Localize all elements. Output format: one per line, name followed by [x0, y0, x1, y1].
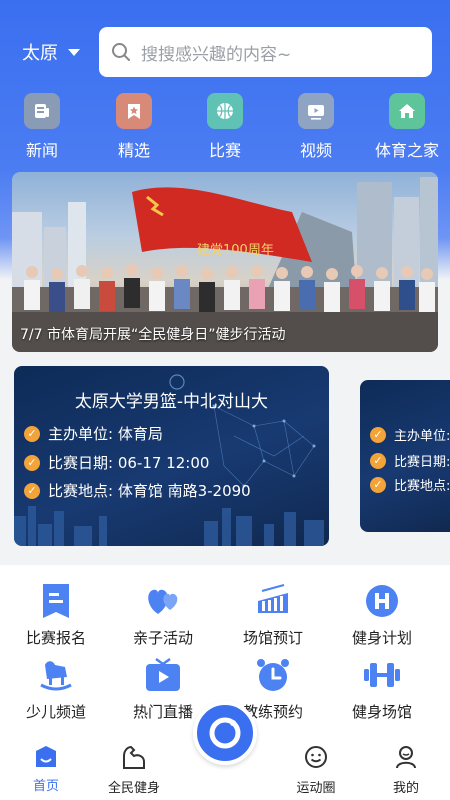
quick-nav-featured[interactable]: 精选 [89, 93, 179, 161]
tv-live-icon [143, 655, 183, 695]
plan-h-icon [362, 581, 402, 621]
smile-chat-icon [302, 743, 330, 771]
center-ring-icon [209, 717, 241, 749]
match-organizer: ✓ 主办单位: [370, 425, 450, 444]
home-tab-icon [32, 743, 60, 771]
dumbbell-icon [362, 655, 402, 695]
match-date: ✓ 比赛日期: 06-17 12:00 [24, 452, 209, 473]
quick-nav-news[interactable]: 新闻 [0, 93, 87, 161]
match-date-text: 比赛日期: [394, 455, 450, 470]
video-icon [298, 93, 334, 129]
caret-down-icon [68, 48, 80, 56]
city-label: 太原 [22, 43, 58, 64]
service-label: 场馆预订 [242, 629, 303, 647]
check-circle-icon: ✓ [370, 426, 386, 443]
match-card-next[interactable]: ✓ 主办单位: ✓ 比赛日期: ✓ 比赛地点: [360, 380, 450, 532]
search-icon [112, 43, 130, 61]
tab-fitness[interactable]: 全民健身 [104, 743, 164, 796]
tab-sports-circle[interactable]: 运动圈 [292, 743, 340, 796]
profile-icon [392, 743, 420, 771]
service-kids-channel[interactable]: 少儿频道 [0, 655, 112, 722]
match-organizer-text: 主办单位: 体育局 [48, 425, 163, 443]
check-circle-icon: ✓ [24, 454, 40, 471]
quick-nav-video[interactable]: 视频 [271, 93, 361, 161]
service-fitness-plan[interactable]: 健身计划 [326, 581, 438, 648]
tab-home[interactable]: 首页 [26, 743, 66, 794]
match-venue: ✓ 比赛地点: [370, 475, 450, 494]
match-organizer: ✓ 主办单位: 体育局 [24, 423, 163, 444]
match-organizer-text: 主办单位: [394, 429, 450, 444]
header: 太原 搜搜感兴趣的内容~ [0, 27, 450, 77]
service-venue-booking[interactable]: 场馆预订 [217, 581, 329, 648]
match-venue: ✓ 比赛地点: 体育馆 南路3-2090 [24, 480, 251, 501]
service-label: 健身计划 [351, 629, 412, 647]
alarm-clock-icon [253, 655, 293, 695]
service-match-signup[interactable]: 比赛报名 [0, 581, 112, 648]
tab-label: 全民健身 [107, 781, 160, 796]
match-date: ✓ 比赛日期: [370, 451, 450, 470]
match-card[interactable]: 太原大学男篮-中北对山大 ✓ 主办单位: 体育局 ✓ 比赛日期: 06-17 1… [14, 366, 329, 546]
quick-nav-label: 比赛 [208, 141, 241, 160]
arm-muscle-icon [120, 743, 148, 771]
match-date-text: 比赛日期: 06-17 12:00 [48, 454, 210, 472]
service-label: 健身场馆 [351, 703, 412, 721]
city-selector[interactable]: 太原 [22, 39, 80, 65]
flag-text: 建党100周年 [197, 243, 274, 258]
search-bar[interactable]: 搜搜感兴趣的内容~ [99, 27, 432, 77]
service-family-activity[interactable]: 亲子活动 [107, 581, 219, 648]
tab-label: 我的 [392, 781, 419, 796]
match-title: 太原大学男篮-中北对山大 [74, 392, 269, 412]
quick-nav-label: 精选 [117, 141, 150, 160]
service-fitness-venue[interactable]: 健身场馆 [326, 655, 438, 722]
service-label: 少儿频道 [25, 703, 86, 721]
stadium-icon [253, 581, 293, 621]
match-venue-text: 比赛地点: 体育馆 南路3-2090 [48, 482, 251, 500]
news-banner[interactable]: 建党100周年 7/7 市体育局开展“全民健身日”健步行活动 [12, 172, 438, 352]
rocking-horse-icon [36, 655, 76, 695]
quick-nav-match[interactable]: 比赛 [180, 93, 270, 161]
center-action-button[interactable] [193, 701, 257, 765]
check-circle-icon: ✓ [24, 425, 40, 442]
tab-profile[interactable]: 我的 [388, 743, 424, 796]
hearts-icon [143, 581, 183, 621]
bottom-tab-bar: 首页 全民健身 运动圈 我的 [0, 701, 450, 800]
check-circle-icon: ✓ [370, 476, 386, 493]
search-placeholder: 搜搜感兴趣的内容~ [141, 44, 292, 65]
match-venue-text: 比赛地点: [394, 479, 450, 494]
banner-caption: 7/7 市体育局开展“全民健身日”健步行活动 [20, 327, 286, 343]
basketball-icon [207, 93, 243, 129]
featured-star-icon [116, 93, 152, 129]
home-icon [389, 93, 425, 129]
tab-label: 首页 [32, 779, 59, 794]
quick-nav-sports-home[interactable]: 体育之家 [362, 93, 450, 161]
tab-label: 运动圈 [296, 781, 336, 796]
news-icon [24, 93, 60, 129]
service-label: 比赛报名 [25, 629, 86, 647]
quick-nav-label: 视频 [299, 141, 332, 160]
check-circle-icon: ✓ [370, 452, 386, 469]
quick-nav-label: 体育之家 [374, 141, 439, 160]
signup-form-icon [36, 581, 76, 621]
service-label: 亲子活动 [132, 629, 193, 647]
quick-nav-label: 新闻 [25, 141, 58, 160]
quick-nav: 新闻 精选 比赛 视频 体育之家 [0, 93, 450, 163]
check-circle-icon: ✓ [24, 482, 40, 499]
